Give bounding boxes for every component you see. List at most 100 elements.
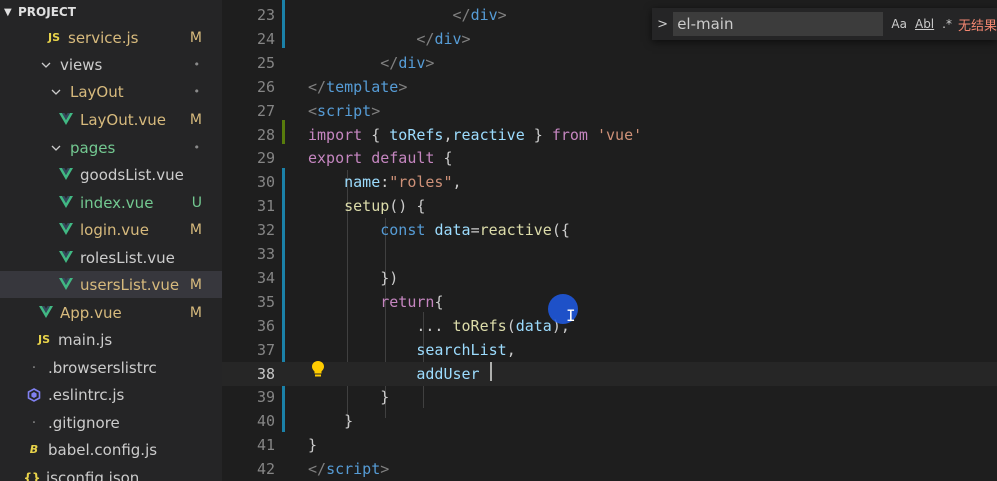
vue-file-icon bbox=[58, 112, 74, 128]
code-line[interactable]: 25 </div> bbox=[222, 51, 997, 75]
explorer-header[interactable]: ▼ PROJECT bbox=[0, 0, 222, 24]
json-braces-icon: {} bbox=[23, 470, 41, 481]
code-line[interactable]: 31 setup() { bbox=[222, 194, 997, 218]
code-line[interactable]: 26 </template> bbox=[222, 75, 997, 99]
code-text: </div> bbox=[308, 3, 507, 27]
line-number: 34 bbox=[256, 268, 275, 287]
git-status-badge: • bbox=[193, 58, 201, 71]
line-number: 23 bbox=[256, 6, 275, 24]
tree-item[interactable]: {} jsconfig.json bbox=[0, 464, 222, 481]
code-line[interactable]: 29 export default { bbox=[222, 146, 997, 170]
find-widget: > Aa Abl .* 无结果 bbox=[652, 8, 997, 40]
code-line[interactable]: 27 <script> bbox=[222, 99, 997, 123]
tree-item-label: .eslintrc.js bbox=[48, 385, 125, 404]
code-token: ... bbox=[308, 316, 453, 335]
tree-item[interactable]: goodsList.vue bbox=[0, 161, 222, 188]
text-cursor bbox=[490, 362, 492, 381]
code-line[interactable]: 30 name:"roles", bbox=[222, 170, 997, 194]
git-status-badge: U bbox=[191, 194, 202, 211]
toggle-replace-chevron-icon[interactable]: > bbox=[652, 17, 673, 32]
tree-item-label: main.js bbox=[58, 330, 113, 349]
vue-file-icon bbox=[58, 195, 74, 211]
code-line[interactable]: 38 addUser bbox=[222, 361, 997, 386]
match-case-button[interactable]: Aa bbox=[891, 17, 907, 31]
code-token: reactive bbox=[452, 125, 525, 144]
code-line[interactable]: 39 } bbox=[222, 385, 997, 409]
code-token: > bbox=[425, 53, 435, 72]
code-token: const bbox=[380, 221, 426, 240]
code-line[interactable]: 28 import { toRefs,reactive } from 'vue' bbox=[222, 123, 997, 147]
whole-word-button[interactable]: Abl bbox=[915, 17, 934, 31]
code-line[interactable]: 32 const data=reactive({ bbox=[222, 218, 997, 242]
code-editor[interactable]: 23 </div> 24 </div> 25 </div> 26 </template>… bbox=[222, 0, 997, 481]
tree-item[interactable]: index.vue U bbox=[0, 189, 222, 216]
tree-item[interactable]: LayOut.vue M bbox=[0, 106, 222, 133]
code-text: } bbox=[308, 409, 353, 433]
code-token: div bbox=[470, 6, 498, 24]
chevron-down-icon: ▼ bbox=[4, 6, 12, 18]
line-number: 26 bbox=[256, 77, 275, 96]
code-line[interactable]: 40 } bbox=[222, 409, 997, 433]
tree-item[interactable]: Bbabel.config.js bbox=[0, 436, 222, 463]
git-status-badge: • bbox=[193, 85, 201, 98]
tree-item[interactable]: views • bbox=[0, 51, 222, 78]
code-token: : bbox=[380, 173, 390, 192]
line-number: 33 bbox=[256, 245, 275, 263]
explorer-sidebar: ▼ PROJECT JS service.js Mviews • LayOut • LayO… bbox=[0, 0, 222, 481]
code-token: toRefs bbox=[389, 125, 444, 144]
tree-item[interactable]: rolesList.vue bbox=[0, 244, 222, 271]
code-line[interactable]: 33 bbox=[222, 242, 997, 266]
tree-item[interactable]: App.vue M bbox=[0, 299, 222, 326]
vue-file-icon bbox=[58, 250, 74, 266]
code-token: setup bbox=[344, 197, 390, 216]
tree-item-label: pages bbox=[70, 138, 116, 157]
line-number: 24 bbox=[256, 29, 275, 48]
code-token: , bbox=[452, 173, 462, 192]
code-token: , bbox=[443, 125, 453, 144]
find-result-count: 无结果 bbox=[957, 18, 997, 34]
code-line[interactable]: 36 ... toRefs(data), bbox=[222, 314, 997, 338]
code-line[interactable]: 34 }) bbox=[222, 266, 997, 290]
code-token: searchList bbox=[416, 340, 507, 359]
code-token: script bbox=[317, 101, 372, 120]
tree-item[interactable]: .eslintrc.js bbox=[0, 381, 222, 408]
tree-item[interactable]: JS main.js bbox=[0, 326, 222, 353]
code-token: } bbox=[524, 125, 552, 144]
tree-item-label: login.vue bbox=[80, 220, 149, 239]
lightbulb-icon[interactable] bbox=[311, 360, 325, 382]
code-line[interactable]: 42 </script> bbox=[222, 457, 997, 481]
explorer-title: PROJECT bbox=[18, 5, 76, 19]
find-input[interactable] bbox=[673, 12, 884, 36]
line-number: 25 bbox=[256, 53, 275, 72]
line-number: 32 bbox=[256, 221, 275, 240]
code-token: export bbox=[308, 149, 363, 168]
tree-item[interactable]: · .browserslistrc bbox=[0, 354, 222, 381]
tree-item-label: App.vue bbox=[60, 303, 122, 322]
code-token: toRefs bbox=[452, 316, 507, 335]
tree-item[interactable]: pages • bbox=[0, 134, 222, 161]
code-text: </div> bbox=[308, 51, 434, 75]
code-line[interactable]: 41} bbox=[222, 433, 997, 457]
folder-open-arrow bbox=[48, 84, 64, 100]
tree-item[interactable]: LayOut • bbox=[0, 78, 222, 105]
tree-item[interactable]: usersList.vue M bbox=[0, 271, 222, 298]
code-line[interactable]: 35 return{ bbox=[222, 290, 997, 314]
line-number: 36 bbox=[256, 316, 275, 335]
tree-item-label: LayOut bbox=[70, 82, 124, 101]
code-line[interactable]: 37 searchList, bbox=[222, 338, 997, 362]
tree-item-label: LayOut.vue bbox=[80, 110, 167, 129]
ibeam-cursor-icon: I bbox=[566, 306, 576, 325]
code-token: > bbox=[371, 101, 381, 120]
tree-item[interactable]: JS service.js M bbox=[0, 24, 222, 51]
vue-file-icon bbox=[58, 277, 74, 293]
dot-file-icon: · bbox=[31, 359, 37, 376]
regex-button[interactable]: .* bbox=[942, 17, 952, 31]
code-text: name:"roles", bbox=[308, 170, 462, 194]
tree-item[interactable]: · .gitignore bbox=[0, 409, 222, 436]
code-text: return{ bbox=[308, 290, 443, 314]
tree-item[interactable]: login.vue M bbox=[0, 216, 222, 243]
